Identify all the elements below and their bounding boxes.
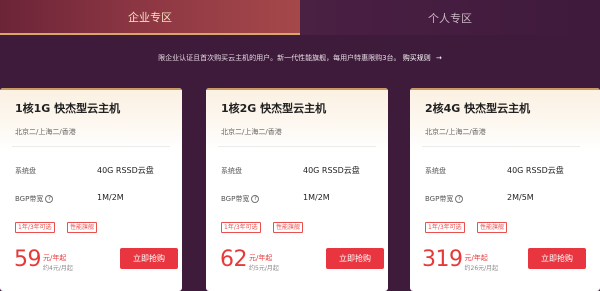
price-monthly: 约5元/月起 xyxy=(249,265,279,272)
notice-bar: 限企业认证且首次购买云主机的用户。新一代性能旗舰，每用户特惠限购3台。 购买规则… xyxy=(0,53,600,63)
disk-label: 系统盘 xyxy=(425,167,446,175)
question-circle-icon[interactable]: ? xyxy=(455,195,464,203)
tab-enterprise[interactable]: 企业专区 xyxy=(0,0,300,35)
disk-label: 系统盘 xyxy=(15,167,36,175)
tag-term: 1年/3年可选 xyxy=(425,222,465,233)
divider xyxy=(218,146,376,147)
tag-term: 1年/3年可选 xyxy=(221,222,261,233)
tag-performance: 性能旗舰 xyxy=(477,222,508,233)
card-header xyxy=(0,88,182,150)
card-region: 北京二/上海二/香港 xyxy=(15,128,76,136)
price-value: 62 xyxy=(220,247,248,272)
divider xyxy=(422,146,580,147)
tag-term: 1年/3年可选 xyxy=(15,222,55,233)
purchase-rules-link[interactable]: 购买规则 xyxy=(403,54,431,62)
bandwidth-label: BGP带宽? xyxy=(15,194,54,204)
price-unit: 元/年起 xyxy=(464,254,488,262)
card-title: 1核1G 快杰型云主机 xyxy=(15,102,121,115)
bandwidth-value: 1M/2M xyxy=(97,193,124,202)
question-circle-icon[interactable]: ? xyxy=(251,195,260,203)
buy-button[interactable]: 立即抢购 xyxy=(528,248,586,269)
tag-performance: 性能旗舰 xyxy=(67,222,98,233)
disk-value: 40G RSSD云盘 xyxy=(507,166,564,175)
bandwidth-label: BGP带宽? xyxy=(221,194,260,204)
card-header xyxy=(206,88,388,150)
bandwidth-value: 2M/5M xyxy=(507,193,534,202)
price-unit: 元/年起 xyxy=(249,254,273,262)
disk-value: 40G RSSD云盘 xyxy=(97,166,154,175)
disk-label: 系统盘 xyxy=(221,167,242,175)
price-monthly: 约26元/月起 xyxy=(464,265,499,272)
card-title: 1核2G 快杰型云主机 xyxy=(221,102,327,115)
card-region: 北京二/上海二/香港 xyxy=(425,128,486,136)
notice-text: 限企业认证且首次购买云主机的用户。新一代性能旗舰，每用户特惠限购3台。 xyxy=(158,54,401,62)
price-value: 319 xyxy=(422,247,463,272)
buy-button[interactable]: 立即抢购 xyxy=(120,248,178,269)
price-monthly: 约4元/月起 xyxy=(43,265,73,272)
tab-personal[interactable]: 个人专区 xyxy=(300,0,600,35)
disk-value: 40G RSSD云盘 xyxy=(303,166,360,175)
price-value: 59 xyxy=(14,247,42,272)
bandwidth-label: BGP带宽? xyxy=(425,194,464,204)
card-title: 2核4G 快杰型云主机 xyxy=(425,102,531,115)
bandwidth-value: 1M/2M xyxy=(303,193,330,202)
zone-tabs: 企业专区 个人专区 xyxy=(0,0,600,35)
card-header xyxy=(410,88,600,150)
price-unit: 元/年起 xyxy=(43,254,67,262)
buy-button[interactable]: 立即抢购 xyxy=(326,248,384,269)
divider xyxy=(12,146,170,147)
question-circle-icon[interactable]: ? xyxy=(45,195,54,203)
card-region: 北京二/上海二/香港 xyxy=(221,128,282,136)
tag-performance: 性能旗舰 xyxy=(273,222,304,233)
arrow-right-icon[interactable]: → xyxy=(436,54,442,62)
